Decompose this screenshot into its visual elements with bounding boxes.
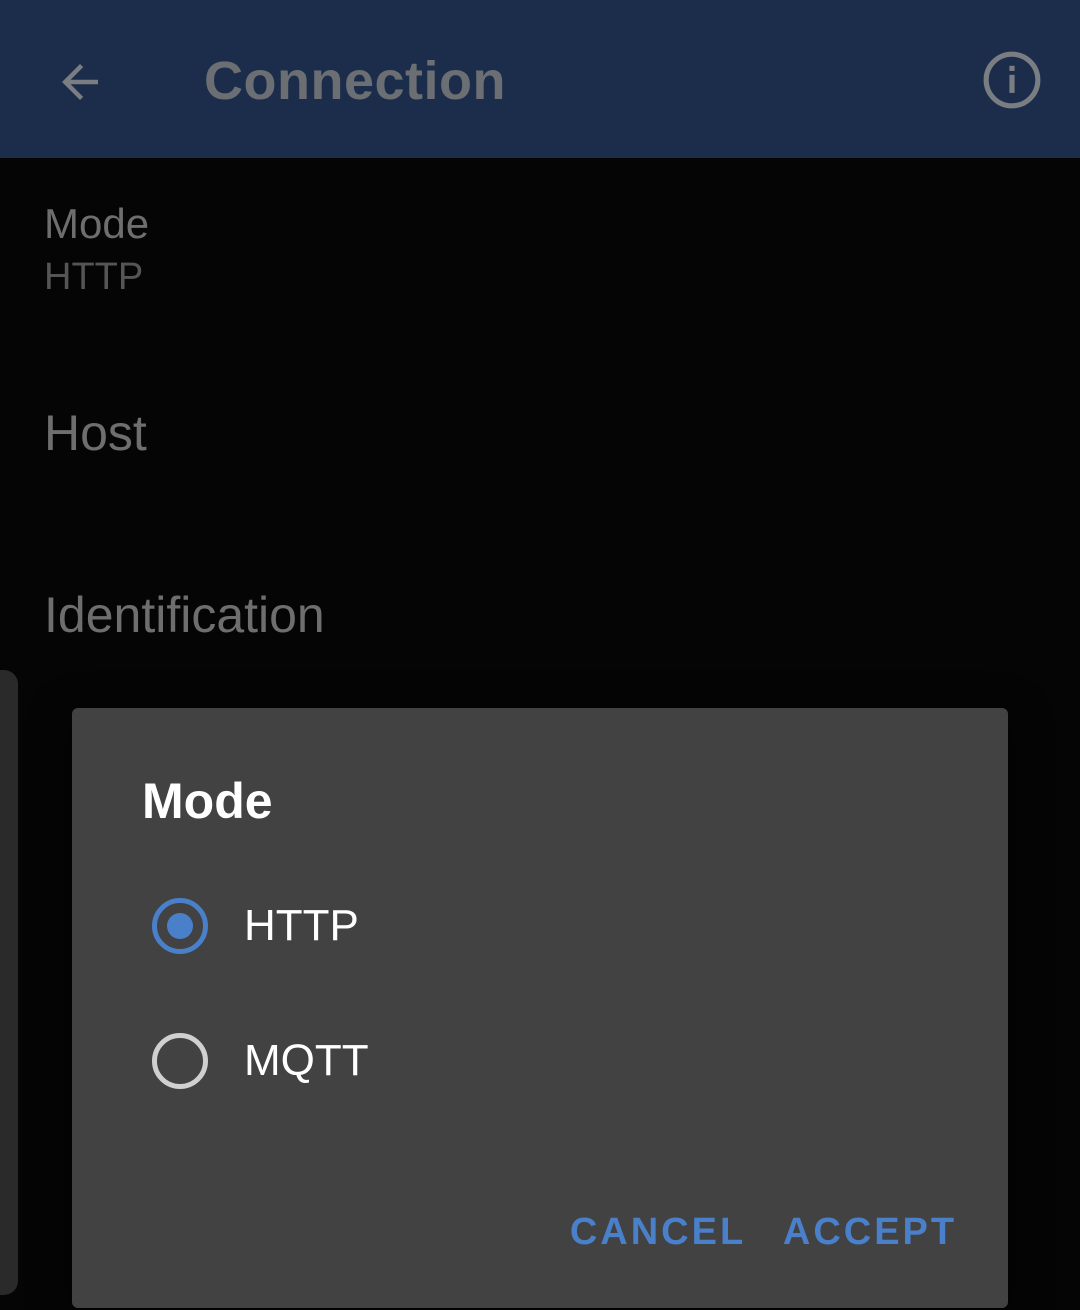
- info-button[interactable]: [976, 44, 1048, 116]
- identification-preference[interactable]: Identification: [44, 586, 1034, 656]
- option-http-label: HTTP: [244, 901, 359, 950]
- back-button[interactable]: [38, 40, 122, 124]
- option-http[interactable]: HTTP: [152, 876, 932, 976]
- screen: Connection Mode HTTP Host Identification…: [0, 0, 1080, 1310]
- host-preference[interactable]: Host: [44, 404, 1034, 474]
- page-title: Connection: [204, 51, 506, 111]
- radio-button-checked[interactable]: [152, 898, 208, 954]
- host-preference-title: Host: [44, 405, 147, 461]
- identification-preference-title: Identification: [44, 587, 325, 643]
- info-circle-icon: [983, 51, 1041, 109]
- accept-button[interactable]: ACCEPT: [782, 1200, 958, 1264]
- mode-preference-summary: HTTP: [44, 256, 144, 298]
- mode-preference-title: Mode: [44, 200, 150, 247]
- cancel-button[interactable]: CANCEL: [570, 1200, 746, 1264]
- dialog-title: Mode: [142, 773, 273, 829]
- arrow-left-icon: [62, 64, 98, 100]
- option-mqtt-label: MQTT: [244, 1036, 369, 1085]
- app-bar: Connection: [0, 0, 1080, 158]
- option-mqtt[interactable]: MQTT: [152, 1011, 932, 1111]
- mode-preference[interactable]: Mode HTTP: [44, 200, 1034, 310]
- radio-button-unchecked[interactable]: [152, 1033, 208, 1089]
- edge-panel-handle: [0, 670, 18, 1295]
- mode-dialog: Mode HTTP MQTT CANCEL ACCEPT: [72, 708, 1008, 1308]
